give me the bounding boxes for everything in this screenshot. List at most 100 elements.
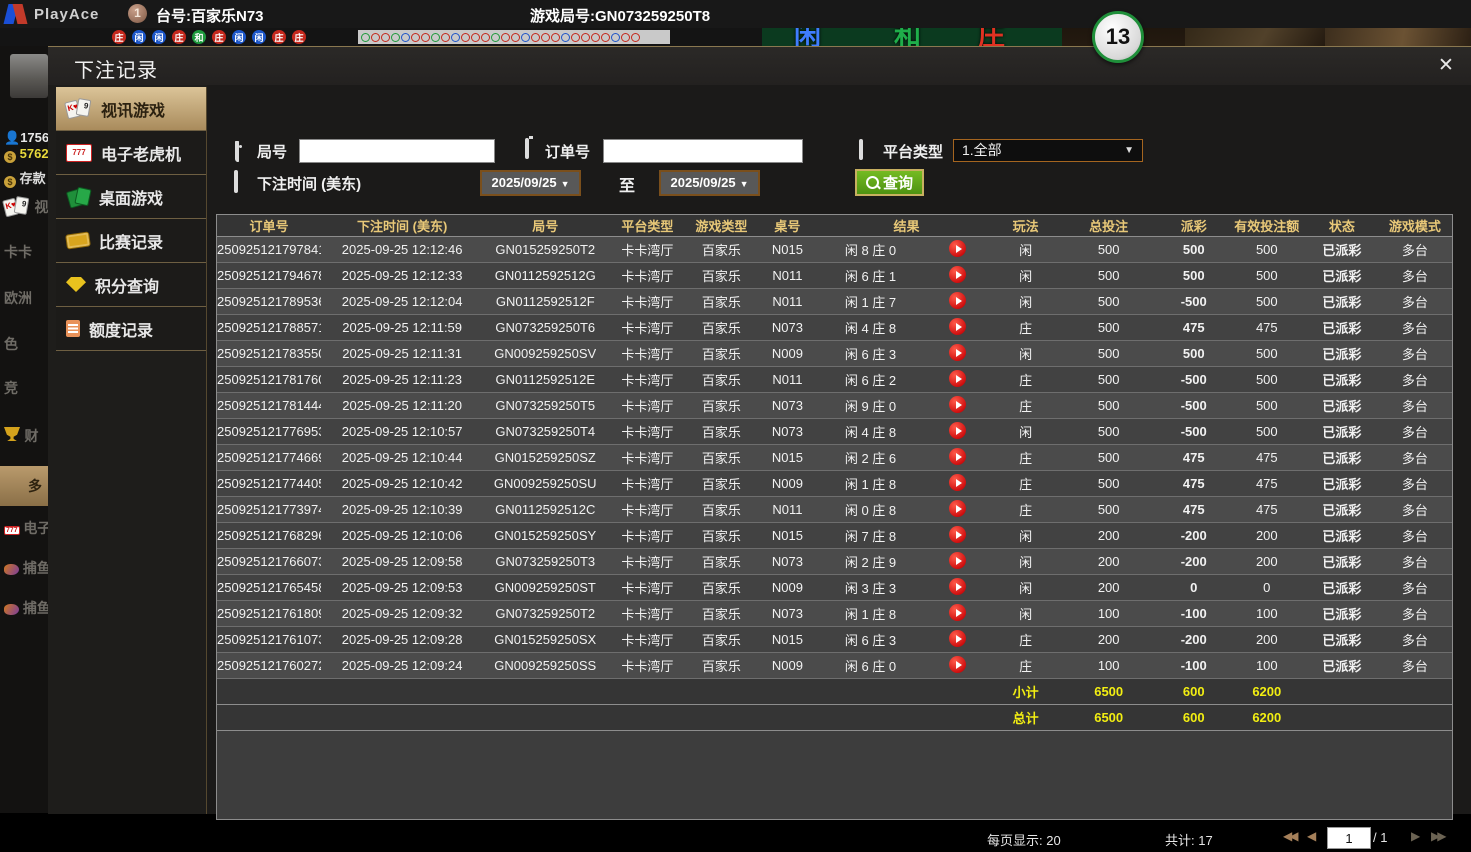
cell-order: 250925121794678 [217,262,322,289]
col-order: 订单号 [217,215,322,237]
nav-label: 电子老虎机 [101,146,182,164]
cell-total-bet: 500 [1057,444,1160,471]
play-icon[interactable] [949,395,967,413]
order-input[interactable] [603,139,803,163]
play-icon[interactable] [949,603,967,621]
bead-dot [461,32,470,42]
cell-time: 2025-09-25 12:12:46 [321,236,484,263]
table-body: 250925121797841 2025-09-25 12:12:46 GN0152… [217,236,1452,679]
cell-play [921,496,994,523]
table-row: 250925121781444 2025-09-25 12:11:20 GN0732… [217,392,1452,419]
first-page-button[interactable]: ◀◀ [1283,829,1299,843]
cell-order: 250925121781444 [217,392,322,419]
cell-order: 250925121765458 [217,574,322,601]
bg-video-games-item[interactable]: K♥9 视讯 [2,196,48,218]
modal-nav: K♥ 9 视讯游戏 777 电子老虎机 桌面游戏 比赛记录 积分查询 额度记录 [56,87,219,351]
cell-payout: 475 [1159,314,1228,341]
play-icon[interactable] [949,447,967,465]
cell-total-bet: 500 [1057,314,1160,341]
cell-mode: 多台 [1377,496,1452,523]
subtotal-total-bet: 6500 [1057,678,1160,705]
tag-icon [235,141,239,162]
search-button[interactable]: 查询 [855,169,925,196]
platform-select[interactable]: 1.全部 ▼ [953,139,1143,162]
col-table: 桌号 [755,215,820,237]
avatar [10,54,48,98]
play-icon[interactable] [949,343,967,361]
round-input[interactable] [299,139,495,163]
modal-title: 下注记录 [74,60,158,82]
nav-item-match-records[interactable]: 比赛记录 [56,219,206,262]
table-games-icon [65,186,92,209]
play-icon[interactable] [949,473,967,491]
cell-time: 2025-09-25 12:12:04 [321,288,484,315]
bg-multi-item[interactable]: 多 [0,466,48,506]
page-number-input[interactable] [1327,827,1371,849]
nav-item-credit-records[interactable]: 额度记录 [56,307,206,350]
cell-round: GN0112592512G [483,262,608,289]
table-row: 250925121761073 2025-09-25 12:09:28 GN0152… [217,626,1452,653]
cell-total-bet: 500 [1057,262,1160,289]
prev-page-button[interactable]: ◀ [1307,829,1316,843]
play-icon[interactable] [949,421,967,439]
bg-rank-item[interactable]: 财 [4,426,38,446]
deposit-button[interactable]: $ 存款 [4,168,46,188]
cell-order: 250925121761073 [217,626,322,653]
bead-dot [441,32,450,42]
cell-order: 250925121781760 [217,366,322,393]
bead-dot [511,32,520,42]
cell-mode: 多台 [1377,548,1452,575]
cell-table: N073 [755,392,820,419]
table-row: 250925121773974 2025-09-25 12:10:39 GN0112… [217,496,1452,523]
cell-result: 闲 1 庄 7 [819,288,922,315]
col-result: 结果 [819,215,994,237]
cell-bet-type: 庄 [993,444,1058,471]
play-icon[interactable] [949,265,967,283]
cell-bet-type: 庄 [993,496,1058,523]
play-icon[interactable] [949,291,967,309]
play-icon[interactable] [949,655,967,673]
play-icon[interactable] [949,525,967,543]
play-icon[interactable] [949,369,967,387]
play-icon[interactable] [949,577,967,595]
bg-fishing-item-2[interactable]: 捕鱼 [4,598,48,618]
cell-bet-type: 闲 [993,548,1058,575]
play-icon[interactable] [949,551,967,569]
cell-game: 百家乐 [687,470,756,497]
cell-game: 百家乐 [687,418,756,445]
cell-round: GN015259250T2 [483,236,608,263]
nav-item-table-games[interactable]: 桌面游戏 [56,175,206,218]
search-icon [866,176,879,189]
play-icon[interactable] [949,239,967,257]
close-icon[interactable]: ✕ [1435,55,1457,77]
bg-slots-item[interactable]: 777 电子 [4,518,48,538]
bead-dot [491,32,500,42]
bg-europe-item[interactable]: 欧洲 [4,288,32,308]
next-page-button[interactable]: ▶ [1411,829,1420,843]
bg-se-item[interactable]: 色 [4,334,18,354]
nav-item-video-games[interactable]: K♥ 9 视讯游戏 [56,87,219,130]
bg-fishing-item-1[interactable]: 捕鱼 [4,558,48,578]
cell-payout: 475 [1159,470,1228,497]
cell-result: 闲 1 庄 8 [819,470,922,497]
last-page-button[interactable]: ▶▶ [1431,829,1447,843]
date-to-select[interactable]: 2025/09/25 ▼ [659,170,760,196]
game-round-label: 游戏局号:GN073259250T8 [530,8,711,25]
date-from-select[interactable]: 2025/09/25 ▼ [480,170,581,196]
cell-order: 250925121761809 [217,600,322,627]
cell-status: 已派彩 [1305,288,1378,315]
cell-bet-type: 闲 [993,418,1058,445]
cell-total-bet: 200 [1057,574,1160,601]
bead-dot [581,32,590,42]
cell-bet-type: 闲 [993,262,1058,289]
nav-item-slots[interactable]: 777 电子老虎机 [56,131,206,174]
cell-result: 闲 4 庄 8 [819,314,922,341]
cell-time: 2025-09-25 12:10:39 [321,496,484,523]
play-icon[interactable] [949,629,967,647]
nav-item-points-query[interactable]: 积分查询 [56,263,206,306]
bg-jing-item[interactable]: 竞 [4,378,18,398]
cell-payout: -200 [1159,522,1228,549]
play-icon[interactable] [949,317,967,335]
play-icon[interactable] [949,499,967,517]
bg-kaka-item[interactable]: 卡卡 [4,242,32,262]
